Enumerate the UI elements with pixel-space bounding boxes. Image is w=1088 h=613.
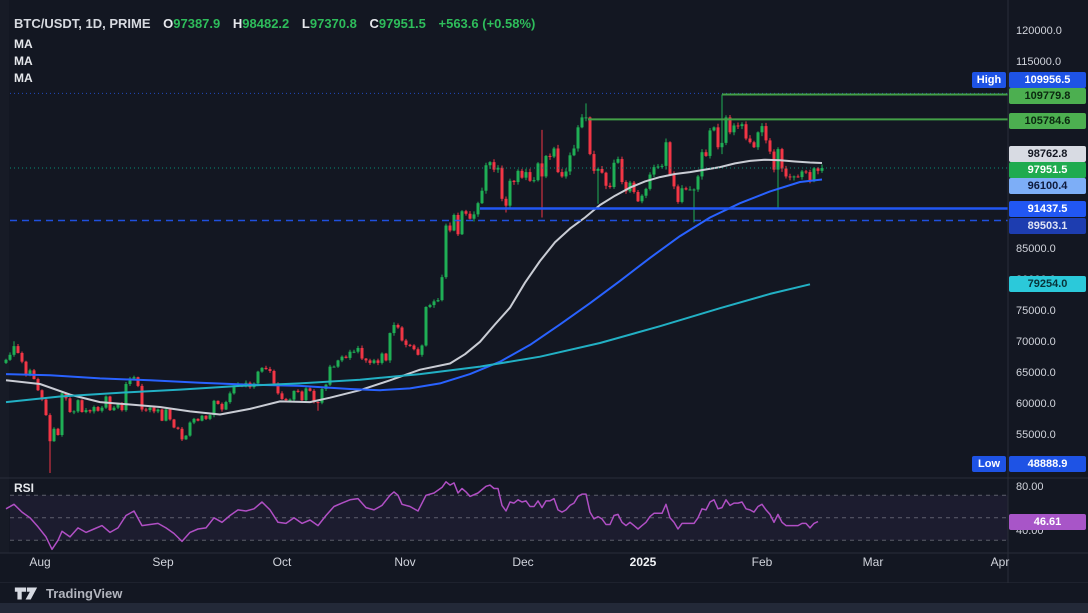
footer-brand[interactable]: TradingView [46, 586, 122, 601]
symbol-title: BTC/USDT, 1D, PRIME [14, 16, 151, 31]
price-badge: 97951.5 [1009, 162, 1086, 178]
symbol-header[interactable]: BTC/USDT, 1D, PRIME O97387.9 H98482.2 L9… [14, 16, 535, 31]
month-label: 2025 [629, 555, 657, 569]
price-badge: 109779.8 [1009, 88, 1086, 104]
close-value: 97951.5 [378, 16, 426, 31]
price-tick: 70000.0 [1016, 336, 1056, 348]
bottom-strip [0, 603, 1088, 613]
month-label: Apr [990, 555, 1010, 569]
month-label: Feb [751, 555, 773, 569]
price-badge: 89503.1 [1009, 218, 1086, 234]
month-label: Oct [272, 555, 292, 569]
price-badge: 46.61 [1009, 514, 1086, 530]
low-label: L [301, 16, 310, 31]
price-badge: 98762.8 [1009, 146, 1086, 162]
price-tick: 60000.0 [1016, 398, 1056, 410]
ma-mid-blue-line [5, 178, 823, 392]
low-value: 97370.8 [309, 16, 357, 31]
price-tick: 115000.0 [1016, 56, 1062, 68]
month-label: Nov [394, 555, 416, 569]
ma-legend-row: MA [14, 54, 33, 68]
high-label: H [232, 16, 243, 31]
high-value: 98482.2 [242, 16, 290, 31]
price-badge: 105784.6 [1009, 113, 1086, 129]
price-badge: 48888.9 [1009, 456, 1086, 472]
price-tick: 75000.0 [1016, 305, 1056, 317]
open-label: O [163, 16, 174, 31]
rsi-pane-label[interactable]: RSI [14, 481, 34, 495]
open-value: 97387.9 [173, 16, 221, 31]
tradingview-logo-icon[interactable] [14, 586, 38, 601]
price-tick: 80.00 [1016, 481, 1044, 493]
ma-legend[interactable]: MA MA MA [14, 36, 33, 87]
change-value: +563.6 (+0.58%) [438, 16, 536, 31]
price-badge: 96100.4 [1009, 178, 1086, 194]
chart-canvas[interactable] [0, 0, 1088, 583]
high-low-chip: Low [972, 456, 1006, 472]
month-label: Aug [29, 555, 51, 569]
price-tick: 65000.0 [1016, 367, 1056, 379]
footer-bar: TradingView [0, 583, 1088, 603]
close-label: C [369, 16, 379, 31]
month-label: Sep [152, 555, 174, 569]
price-badge: 79254.0 [1009, 276, 1086, 292]
ma-legend-row: MA [14, 37, 33, 51]
ma-fast-white-line [5, 158, 823, 416]
trading-chart-widget: BTC/USDT, 1D, PRIME O97387.9 H98482.2 L9… [0, 0, 1088, 613]
price-tick: 120000.0 [1016, 25, 1062, 37]
month-label: Dec [512, 555, 534, 569]
price-badge: 91437.5 [1009, 201, 1086, 217]
price-tick: 55000.0 [1016, 429, 1056, 441]
ma-legend-row: MA [14, 71, 33, 85]
price-tick: 85000.0 [1016, 243, 1056, 255]
high-low-chip: High [972, 72, 1006, 88]
month-label: Mar [862, 555, 884, 569]
price-badge: 109956.5 [1009, 72, 1086, 88]
candle-series [4, 94, 824, 473]
